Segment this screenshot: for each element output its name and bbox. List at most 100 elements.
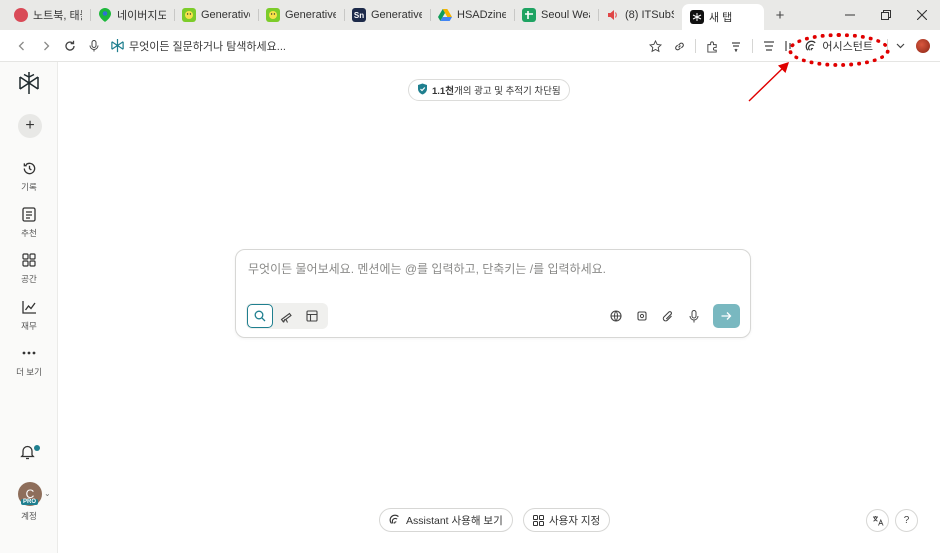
history-icon	[22, 159, 37, 177]
sidebar-item-label: 공간	[21, 274, 37, 284]
profile-avatar[interactable]	[916, 39, 930, 53]
sticker-icon	[14, 8, 28, 22]
new-tab-button[interactable]: +	[768, 3, 792, 27]
source-button[interactable]	[603, 304, 629, 328]
map-pin-icon	[98, 8, 112, 22]
extension-button[interactable]	[724, 34, 748, 58]
voice-search-button[interactable]	[82, 34, 106, 58]
back-button[interactable]	[10, 34, 34, 58]
paperclip-icon	[662, 310, 672, 321]
restore-icon	[881, 10, 891, 20]
browser-tab[interactable]: Seoul Wea	[514, 2, 598, 28]
spaces-icon	[22, 251, 36, 269]
browser-tab[interactable]: Generative	[258, 2, 344, 28]
search-box[interactable]: 무엇이든 물어보세요. 멘션에는 @를 입력하고, 단축키는 /를 입력하세요.	[235, 249, 751, 338]
sidebar-item-label: 재무	[21, 321, 37, 331]
help-icon: ?	[903, 515, 910, 526]
arrow-right-icon	[721, 312, 732, 320]
sheets-icon	[522, 8, 536, 22]
sidebar-item-discover[interactable]: 추천	[0, 205, 58, 239]
dictation-button[interactable]	[681, 304, 707, 328]
finance-icon	[21, 298, 37, 316]
tab-label: HSADzine	[457, 9, 506, 21]
labs-mode-button[interactable]	[299, 304, 325, 328]
browser-tab[interactable]: Sn Generative	[344, 2, 430, 28]
tab-label: Generative	[285, 9, 336, 21]
search-mode-button[interactable]	[247, 304, 273, 328]
sidebar-item-more[interactable]: 더 보기	[0, 344, 58, 378]
browser-tab[interactable]: HSADzine	[430, 2, 514, 28]
tab-label: Seoul Wea	[541, 9, 590, 21]
pro-badge: PRO	[21, 499, 39, 505]
search-icon	[254, 310, 266, 322]
tab-label: 노트북, 태블	[33, 10, 82, 22]
minimize-button[interactable]	[832, 0, 868, 30]
customize-button[interactable]: 사용자 지정	[523, 508, 611, 532]
help-button[interactable]: ?	[895, 509, 918, 532]
drive-icon	[438, 8, 452, 22]
perplexity-logo[interactable]	[18, 71, 40, 100]
try-assistant-label: Assistant 사용해 보기	[406, 514, 503, 527]
submit-button[interactable]	[713, 304, 740, 328]
annotation-highlight-oval	[788, 33, 890, 67]
globe-icon	[610, 310, 622, 322]
attach-button[interactable]	[655, 304, 681, 328]
tracker-blocked-badge[interactable]: 1.1천 개의 광고 및 추적기 차단됨	[408, 79, 570, 101]
browser-tab[interactable]: (8) ITSubS	[598, 2, 682, 28]
assistant-icon	[389, 514, 399, 524]
blocked-text: 개의 광고 및 추적기 차단됨	[453, 86, 561, 97]
sidebar-item-finance[interactable]: 재무	[0, 298, 58, 332]
speaker-icon	[606, 8, 620, 22]
tab-label: Generative	[371, 9, 422, 21]
divider	[752, 39, 754, 53]
language-button[interactable]	[866, 509, 889, 532]
browser-tab[interactable]: Generative	[174, 2, 258, 28]
list-icon	[764, 41, 775, 51]
try-assistant-button[interactable]: Assistant 사용해 보기	[379, 508, 513, 532]
sn-logo-text: Sn	[353, 10, 365, 20]
tab-label: 새 탭	[709, 12, 733, 24]
extensions-button[interactable]	[700, 34, 724, 58]
menu-list-button[interactable]	[757, 34, 781, 58]
microphone-icon	[89, 39, 99, 51]
divider	[695, 39, 697, 53]
extension-glyph-icon	[732, 42, 741, 52]
account-label: 계정	[21, 511, 37, 521]
profile-menu-button[interactable]	[892, 34, 908, 58]
reload-button[interactable]	[58, 34, 82, 58]
star-icon	[648, 39, 662, 52]
grid-icon	[306, 310, 318, 322]
sidebar-item-label: 추천	[21, 228, 37, 238]
search-input[interactable]: 무엇이든 물어보세요. 멘션에는 @를 입력하고, 단축키는 /를 입력하세요.	[248, 260, 606, 277]
chevron-down-icon[interactable]: ⌄	[44, 489, 51, 498]
model-button[interactable]	[629, 304, 655, 328]
sidebar-item-history[interactable]: 기록	[0, 159, 58, 193]
tab-label: Generative	[201, 9, 250, 21]
browser-tab-active[interactable]: 새 탭	[682, 4, 764, 30]
shield-icon	[417, 83, 428, 98]
perplexity-icon	[690, 10, 704, 24]
restore-button[interactable]	[868, 0, 904, 30]
sn-logo-icon: Sn	[352, 8, 366, 22]
omnibox-placeholder: 무엇이든 질문하거나 탐색하세요...	[129, 40, 286, 53]
puzzle-icon	[707, 40, 717, 53]
research-mode-button[interactable]	[273, 304, 299, 328]
perplexity-logo-icon	[111, 38, 124, 53]
microphone-icon	[689, 309, 699, 322]
omnibox[interactable]: 무엇이든 질문하거나 탐색하세요...	[110, 38, 286, 54]
sidebar-item-spaces[interactable]: 공간	[0, 251, 58, 285]
browser-tab[interactable]: 노트북, 태블	[6, 2, 90, 28]
green-face-icon	[182, 8, 196, 22]
search-tools	[603, 304, 740, 328]
close-button[interactable]	[904, 0, 940, 30]
notifications-button[interactable]	[20, 444, 35, 465]
link-icon	[675, 42, 684, 50]
bookmark-button[interactable]	[643, 34, 667, 58]
translate-icon	[872, 516, 884, 526]
telescope-icon	[280, 312, 292, 323]
copy-link-button[interactable]	[667, 34, 691, 58]
minimize-icon	[845, 14, 855, 16]
new-thread-button[interactable]: +	[18, 114, 42, 138]
browser-tab[interactable]: 네이버지도	[90, 2, 174, 28]
forward-button[interactable]	[34, 34, 58, 58]
